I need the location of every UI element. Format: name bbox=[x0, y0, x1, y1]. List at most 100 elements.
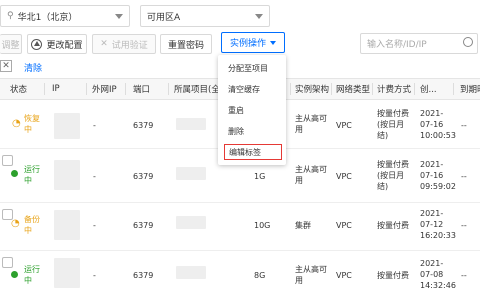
menu-item-edit-tags[interactable]: 编辑标签 bbox=[224, 144, 282, 160]
billing-line1: 按量付费 bbox=[377, 109, 409, 118]
status-text: 运行中 bbox=[24, 264, 40, 286]
row-divider bbox=[0, 250, 480, 251]
zone-select[interactable]: 可用区A bbox=[140, 5, 270, 27]
architecture-line1: 主从高可 bbox=[295, 165, 327, 174]
memory-value: 8G bbox=[254, 271, 266, 280]
toolbar-button-first[interactable]: 调整 bbox=[0, 34, 22, 54]
failover-test-label: 试用验证 bbox=[111, 40, 148, 51]
created-value: 2021- 07-08 14:32:46 bbox=[420, 258, 456, 291]
clear-selection-link[interactable]: 清除 bbox=[24, 61, 42, 74]
billing-line3: 结) bbox=[377, 182, 389, 191]
port-value: 6379 bbox=[133, 172, 154, 181]
port-value: 6379 bbox=[133, 221, 154, 230]
region-select-value: 华北1（北京） bbox=[17, 12, 78, 23]
status-backup-icon: ◔ bbox=[11, 218, 20, 229]
created-line1: 2021- bbox=[420, 109, 444, 118]
zone-select-value: 可用区A bbox=[147, 12, 181, 23]
created-line2: 07-16 bbox=[420, 171, 444, 180]
created-line3: 16:20:33 bbox=[420, 231, 456, 240]
project-value-blurred bbox=[176, 216, 206, 229]
network-value: VPC bbox=[336, 271, 352, 280]
column-header-created: 创... bbox=[420, 85, 437, 95]
billing-line3: 结) bbox=[377, 131, 389, 140]
close-icon[interactable]: ✕ bbox=[0, 60, 12, 72]
architecture-value: 集群 bbox=[295, 221, 311, 230]
upgrade-icon bbox=[31, 38, 43, 50]
architecture-line1: 主从高可 bbox=[295, 114, 327, 123]
billing-line2: (按日月 bbox=[377, 120, 405, 129]
created-line3: 09:59:02 bbox=[420, 182, 456, 191]
status-line1: 恢复 bbox=[24, 114, 40, 123]
architecture-line2: 用 bbox=[295, 125, 303, 134]
row-checkbox[interactable] bbox=[2, 155, 13, 166]
status-line1: 运行 bbox=[24, 265, 40, 274]
status-text: 运行中 bbox=[24, 164, 40, 186]
billing-line1: 按量付费 bbox=[377, 160, 409, 169]
created-line1: 2021- bbox=[420, 160, 444, 169]
created-line3: 10:00:53 bbox=[420, 131, 456, 140]
column-header-project: 所属项目(全... bbox=[174, 85, 220, 95]
created-line1: 2021- bbox=[420, 209, 444, 218]
instance-ops-menu: 分配至项目 清空缓存 重启 删除 编辑标签 bbox=[218, 55, 286, 165]
architecture-line1: 主从高可 bbox=[295, 265, 327, 274]
chevron-down-icon bbox=[115, 14, 123, 19]
public-ip-value: - bbox=[93, 221, 96, 230]
status-line2: 中 bbox=[24, 125, 32, 134]
project-value-blurred bbox=[176, 167, 206, 180]
memory-value: 10G bbox=[254, 221, 271, 230]
billing-value: 按量付费 bbox=[377, 221, 409, 230]
created-value: 2021- 07-16 09:59:02 bbox=[420, 159, 456, 192]
status-running-icon bbox=[11, 271, 18, 278]
upgrade-config-button[interactable]: 更改配置 bbox=[27, 34, 87, 54]
project-value-blurred bbox=[176, 118, 206, 130]
port-value: 6379 bbox=[133, 121, 154, 130]
created-value: 2021- 07-16 10:00:53 bbox=[420, 108, 456, 141]
menu-item-flush-cache[interactable]: 清空缓存 bbox=[228, 84, 260, 95]
reset-password-button[interactable]: 重置密码 bbox=[160, 34, 212, 54]
location-pin-icon: ⚲ bbox=[7, 11, 14, 21]
project-value-blurred bbox=[176, 266, 206, 279]
billing-value: 按量付费 bbox=[377, 271, 409, 280]
billing-value: 按量付费 (按日月结) bbox=[377, 108, 409, 141]
network-value: VPC bbox=[336, 172, 352, 181]
network-value: VPC bbox=[336, 221, 352, 230]
ip-value-blurred bbox=[54, 113, 80, 139]
ip-value-blurred bbox=[54, 258, 80, 288]
toolbar-button-first-label: 调整 bbox=[1, 40, 20, 51]
created-value: 2021- 07-12 16:20:33 bbox=[420, 208, 456, 241]
expire-value: -- bbox=[461, 121, 467, 130]
menu-item-delete[interactable]: 删除 bbox=[228, 126, 244, 137]
status-line2: 中 bbox=[24, 176, 32, 185]
failover-test-button[interactable]: ✕ 试用验证 bbox=[92, 34, 156, 54]
failover-icon: ✕ bbox=[100, 39, 108, 49]
region-select[interactable]: ⚲ 华北1（北京） bbox=[0, 5, 130, 27]
network-value: VPC bbox=[336, 121, 352, 130]
expire-value: -- bbox=[461, 172, 467, 181]
column-header-port: 端口 bbox=[133, 85, 151, 95]
search-input[interactable]: 输入名称/ID/IP bbox=[360, 33, 478, 54]
menu-item-restart[interactable]: 重启 bbox=[228, 105, 244, 116]
instance-ops-label: 实例操作 bbox=[229, 39, 266, 49]
row-checkbox[interactable] bbox=[2, 257, 13, 268]
created-line3: 14:32:46 bbox=[420, 281, 456, 290]
column-header-network: 网络类型 bbox=[336, 85, 371, 95]
created-line2: 07-08 bbox=[420, 270, 444, 279]
instance-ops-button[interactable]: 实例操作 bbox=[221, 32, 285, 53]
menu-item-assign-project[interactable]: 分配至项目 bbox=[228, 63, 268, 74]
column-header-status: 状态 bbox=[10, 85, 28, 95]
status-line1: 备份 bbox=[24, 215, 40, 224]
reset-password-label: 重置密码 bbox=[167, 40, 204, 51]
created-line2: 07-12 bbox=[420, 220, 444, 229]
billing-value: 按量付费 (按日月 结) bbox=[377, 159, 409, 192]
column-header-architecture: 实例架构 bbox=[295, 85, 330, 95]
row-divider bbox=[0, 202, 480, 203]
status-recovering-icon: ◔ bbox=[12, 118, 21, 129]
chevron-down-icon bbox=[255, 14, 263, 19]
ip-value-blurred bbox=[54, 210, 80, 240]
architecture-line2: 用 bbox=[295, 176, 303, 185]
status-line2: 中 bbox=[24, 276, 32, 285]
column-header-ip: IP bbox=[52, 84, 60, 94]
status-text: 备份中 bbox=[24, 214, 40, 236]
status-line1: 运行 bbox=[24, 165, 40, 174]
ip-value-blurred bbox=[54, 160, 80, 190]
